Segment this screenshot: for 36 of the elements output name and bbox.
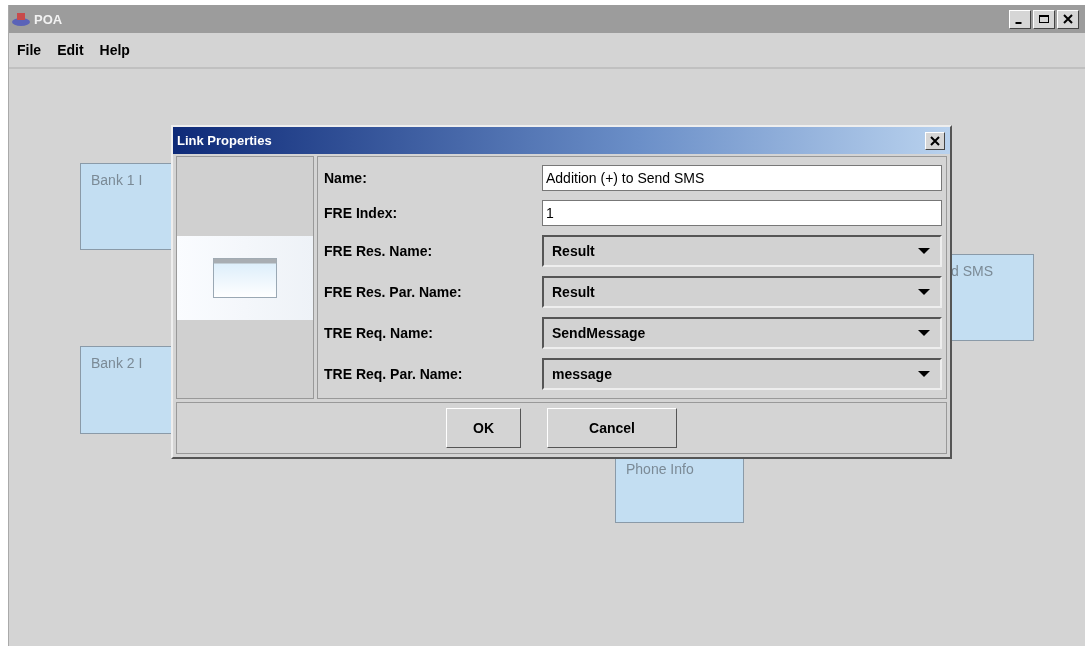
window-title: POA	[34, 11, 63, 27]
caret-icon	[918, 330, 930, 337]
dialog-title: Link Properties	[177, 133, 272, 148]
dropdown[interactable]: message	[542, 358, 942, 391]
window-icon	[213, 257, 277, 298]
node-label: Phone Info	[626, 461, 694, 477]
close-icon	[929, 135, 941, 146]
input-field[interactable]: Addition (+) to Send SMS	[542, 164, 942, 191]
dropdown[interactable]: SendMessage	[542, 317, 942, 350]
close-button[interactable]	[1057, 9, 1079, 29]
field-label: Name:	[324, 169, 368, 186]
caret-icon	[918, 371, 930, 378]
menu-item[interactable]: Help	[99, 42, 130, 58]
dropdown[interactable]: Result	[542, 276, 942, 309]
cancel-button[interactable]: Cancel	[547, 408, 677, 448]
minimize-button[interactable]	[1009, 9, 1031, 29]
ok-button[interactable]: OK	[446, 408, 521, 448]
field-label: FRE Res. Name:	[324, 242, 434, 259]
field-label: TRE Req. Par. Name:	[324, 366, 464, 383]
maximize-button[interactable]	[1033, 9, 1055, 29]
close-icon	[1062, 14, 1074, 24]
node-label: Bank 2 I	[91, 355, 143, 371]
field-label: TRE Req. Name:	[324, 325, 434, 342]
dropdown[interactable]: Result	[542, 234, 942, 267]
field-label: FRE Res. Par. Name:	[324, 284, 463, 301]
minimize-icon	[1015, 21, 1022, 24]
input-field[interactable]: 1	[542, 199, 942, 226]
caret-icon	[918, 247, 930, 254]
node-label: Bank 1 I	[91, 172, 143, 188]
menu-item[interactable]: File	[17, 42, 42, 58]
close-button[interactable]	[925, 131, 945, 150]
caret-icon	[918, 289, 930, 296]
node-label: d SMS	[951, 263, 993, 279]
field-label: FRE Index:	[324, 204, 399, 221]
maximize-icon	[1038, 14, 1050, 24]
menu-item[interactable]: Edit	[57, 42, 84, 58]
